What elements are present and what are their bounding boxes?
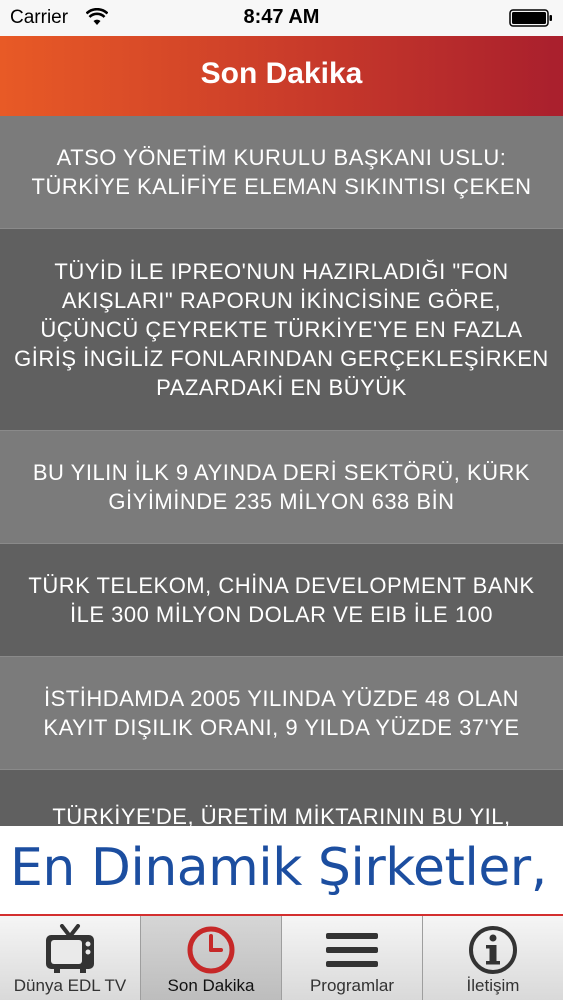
- info-icon: [469, 926, 517, 974]
- tab-iletisim[interactable]: İletişim: [423, 916, 563, 1000]
- menu-icon: [326, 933, 378, 967]
- tab-label: Dünya EDL TV: [13, 976, 127, 995]
- status-time: 8:47 AM: [243, 6, 320, 28]
- news-item[interactable]: İSTİHDAMDA 2005 YILINDA YÜZDE 48 OLAN KA…: [0, 657, 563, 770]
- banner-text: En Dinamik Şirketler,: [10, 838, 547, 898]
- status-bar: Carrier 8:47 AM: [0, 0, 563, 36]
- news-list[interactable]: ATSO YÖNETİM KURULU BAŞKANI USLU: TÜRKİY…: [0, 116, 563, 826]
- news-item-text: TÜRKİYE'DE, ÜRETİM MİKTARININ BU YIL,: [52, 804, 511, 826]
- tab-label: İletişim: [466, 976, 520, 995]
- news-item-text: İSTİHDAMDA 2005 YILINDA YÜZDE 48 OLAN KA…: [43, 686, 520, 740]
- news-item-text: TÜYİD İLE IPREO'NUN HAZIRLADIĞI "FON AKI…: [14, 259, 549, 400]
- navigation-bar: Son Dakika: [0, 36, 563, 116]
- news-item-text: TÜRK TELEKOM, CHİNA DEVELOPMENT BANK İLE…: [28, 573, 535, 627]
- news-item-text: ATSO YÖNETİM KURULU BAŞKANI USLU: TÜRKİY…: [31, 145, 532, 199]
- tab-label: Programlar: [309, 976, 395, 995]
- tab-programlar[interactable]: Programlar: [282, 916, 423, 1000]
- battery-icon: [509, 9, 552, 27]
- tab-bar: Dünya EDL TV Son Dakika Programlar İleti…: [0, 914, 563, 1000]
- news-item[interactable]: TÜRKİYE'DE, ÜRETİM MİKTARININ BU YIL,: [0, 770, 563, 826]
- clock-icon: [187, 926, 235, 974]
- news-item[interactable]: ATSO YÖNETİM KURULU BAŞKANI USLU: TÜRKİY…: [0, 116, 563, 229]
- tab-dunya-edl-tv[interactable]: Dünya EDL TV: [0, 916, 141, 1000]
- tab-label: Son Dakika: [167, 976, 255, 995]
- news-item[interactable]: BU YILIN İLK 9 AYINDA DERİ SEKTÖRÜ, KÜRK…: [0, 431, 563, 544]
- news-item[interactable]: TÜRK TELEKOM, CHİNA DEVELOPMENT BANK İLE…: [0, 544, 563, 657]
- ad-banner[interactable]: En Dinamik Şirketler,: [0, 826, 563, 914]
- page-title: Son Dakika: [200, 57, 363, 90]
- news-item[interactable]: TÜYİD İLE IPREO'NUN HAZIRLADIĞI "FON AKI…: [0, 229, 563, 431]
- news-item-text: BU YILIN İLK 9 AYINDA DERİ SEKTÖRÜ, KÜRK…: [32, 460, 531, 514]
- tv-icon: [46, 924, 94, 973]
- tab-son-dakika[interactable]: Son Dakika: [141, 916, 282, 1000]
